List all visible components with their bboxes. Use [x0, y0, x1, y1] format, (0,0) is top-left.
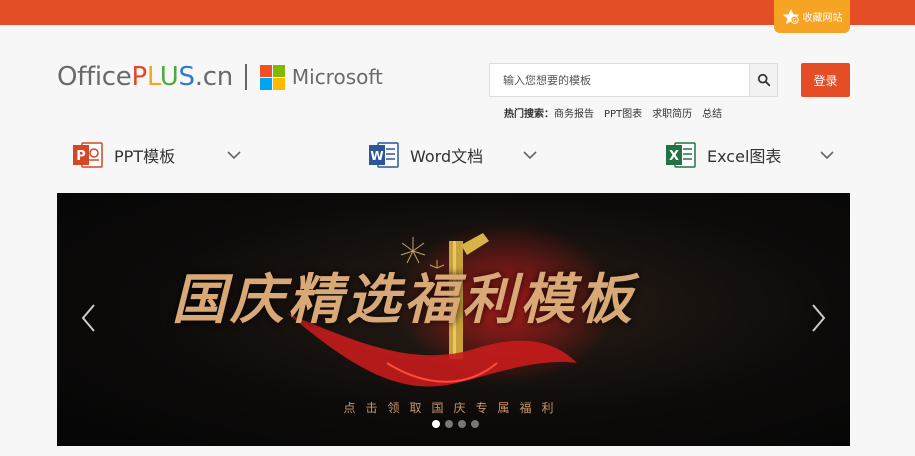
svg-text:X: X — [669, 149, 679, 164]
nav-label: Excel图表 — [707, 147, 782, 166]
svg-text:P: P — [76, 149, 86, 164]
hot-search-link[interactable]: PPT图表 — [604, 105, 642, 120]
carousel-dots — [432, 420, 479, 428]
nav-excel-charts[interactable]: X Excel图表 — [665, 140, 834, 170]
nav-word-documents[interactable]: W Word文档 — [368, 140, 537, 170]
hot-search-link[interactable]: 求职简历 — [652, 105, 692, 120]
logo-divider — [244, 64, 247, 90]
word-icon: W — [369, 142, 399, 168]
svg-text:W: W — [370, 149, 383, 163]
login-button[interactable]: 登录 — [801, 63, 850, 97]
banner-carousel[interactable]: 国庆精选福利模板 点击领取国庆专属福利 — [57, 193, 850, 446]
carousel-dot[interactable] — [458, 420, 466, 428]
carousel-dot[interactable] — [445, 420, 453, 428]
hot-search-link[interactable]: 商务报告 — [554, 105, 594, 120]
banner-title: 国庆精选福利模板 — [172, 267, 636, 331]
svg-text:G: G — [792, 17, 796, 23]
microsoft-logo-text: Microsoft — [291, 65, 383, 89]
banner-subtitle: 点击领取国庆专属福利 — [343, 401, 564, 415]
favorite-site-label: 收藏网站 — [802, 13, 843, 24]
hot-search-link[interactable]: 总结 — [702, 105, 722, 120]
chevron-down-icon — [227, 151, 241, 160]
chevron-right-icon[interactable] — [808, 301, 828, 335]
nav-ppt-templates[interactable]: P PPT模板 — [72, 140, 241, 170]
chevron-left-icon[interactable] — [79, 301, 99, 335]
hot-search: 热门搜索： 商务报告 PPT图表 求职简历 总结 — [504, 105, 722, 120]
hot-search-label: 热门搜索： — [504, 109, 554, 120]
nav-label: Word文档 — [410, 147, 484, 166]
powerpoint-icon: P — [73, 142, 103, 168]
star-icon: G — [782, 8, 799, 24]
carousel-dot[interactable] — [471, 420, 479, 428]
search-bar — [489, 63, 778, 97]
chevron-down-icon — [523, 151, 537, 160]
nav-label: PPT模板 — [114, 147, 176, 166]
carousel-dot[interactable] — [432, 420, 440, 428]
microsoft-logo-icon — [259, 64, 285, 90]
officeplus-logo-text: OfficePLUS.cn — [57, 62, 233, 92]
search-icon — [757, 73, 770, 87]
search-input[interactable] — [490, 64, 749, 96]
chevron-down-icon — [820, 151, 834, 160]
site-logo[interactable]: OfficePLUS.cn Microsoft — [57, 60, 383, 94]
excel-icon: X — [666, 142, 696, 168]
search-button[interactable] — [749, 64, 777, 96]
favorite-site-button[interactable]: G 收藏网站 — [774, 0, 850, 33]
